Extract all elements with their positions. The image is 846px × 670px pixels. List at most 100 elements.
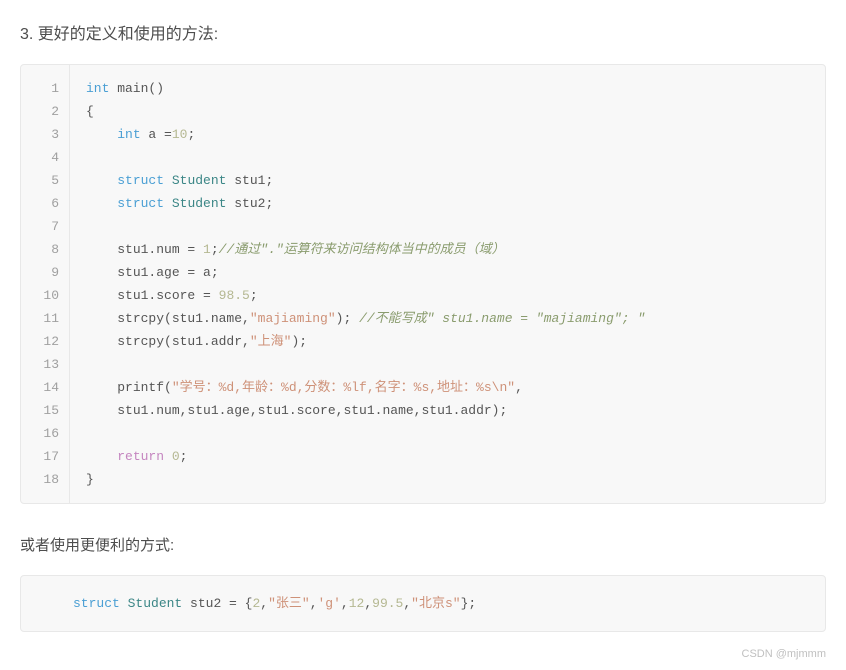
code-block-simple: struct Student stu2 = {2,"张三",'g',12,99.…	[20, 575, 826, 632]
number: 10	[172, 127, 188, 142]
ident: stu1.num =	[117, 242, 203, 257]
line-number: 1	[33, 77, 59, 100]
ident: main()	[109, 81, 164, 96]
comment: //通过"."运算符来访问结构体当中的成员（域）	[219, 242, 505, 257]
ident: stu2 = {	[182, 596, 252, 611]
line-number: 12	[33, 330, 59, 353]
space	[164, 449, 172, 464]
string: "上海"	[250, 334, 292, 349]
punct: ,	[310, 596, 318, 611]
punct: ;	[250, 288, 258, 303]
ident: stu1.age = a;	[117, 265, 218, 280]
code-line: }	[86, 468, 809, 491]
punct: ,	[364, 596, 372, 611]
line-number: 11	[33, 307, 59, 330]
line-gutter: 1 2 3 4 5 6 7 8 9 10 11 12 13 14 15 16 1…	[21, 65, 70, 503]
string: "学号：%d,年龄：%d,分数：%lf,名字：%s,地址：%s\n"	[172, 380, 515, 395]
code-line: struct Student stu2 = {2,"张三",'g',12,99.…	[73, 592, 773, 615]
line-number: 5	[33, 169, 59, 192]
code-line: struct Student stu1;	[86, 169, 809, 192]
ident: printf(	[117, 380, 172, 395]
code-line	[86, 215, 809, 238]
code-block: 1 2 3 4 5 6 7 8 9 10 11 12 13 14 15 16 1…	[20, 64, 826, 504]
number: 1	[203, 242, 211, 257]
ident: stu1.score =	[117, 288, 218, 303]
indent	[86, 380, 117, 395]
number: 99.5	[372, 596, 403, 611]
keyword: struct	[73, 596, 120, 611]
line-number: 7	[33, 215, 59, 238]
keyword: int	[117, 127, 140, 142]
type-name: Student	[172, 196, 227, 211]
line-number: 17	[33, 445, 59, 468]
line-number: 15	[33, 399, 59, 422]
string: "张三"	[268, 596, 310, 611]
code-line: return 0;	[86, 445, 809, 468]
code-line: printf("学号：%d,年龄：%d,分数：%lf,名字：%s,地址：%s\n…	[86, 376, 809, 399]
ident: a =	[141, 127, 172, 142]
line-number: 13	[33, 353, 59, 376]
indent	[86, 173, 117, 188]
watermark: CSDN @mjmmm	[742, 648, 827, 660]
indent	[86, 288, 117, 303]
keyword: struct	[117, 173, 164, 188]
indent	[86, 196, 117, 211]
paragraph: 或者使用更便利的方式:	[20, 534, 826, 555]
code-line: stu1.num,stu1.age,stu1.score,stu1.name,s…	[86, 399, 809, 422]
line-number: 18	[33, 468, 59, 491]
section-heading: 3. 更好的定义和使用的方法:	[20, 20, 826, 44]
code-line: int a =10;	[86, 123, 809, 146]
code-line: strcpy(stu1.name,"majiaming"); //不能写成" s…	[86, 307, 809, 330]
indent	[86, 265, 117, 280]
line-number: 4	[33, 146, 59, 169]
code-line: struct Student stu2;	[86, 192, 809, 215]
punct: );	[336, 311, 359, 326]
comment: //不能写成" stu1.name = "majiaming"; "	[359, 311, 645, 326]
punct: ;	[187, 127, 195, 142]
punct: ,	[260, 596, 268, 611]
code-line: {	[86, 100, 809, 123]
line-number: 6	[33, 192, 59, 215]
code-line: stu1.age = a;	[86, 261, 809, 284]
string: 'g'	[318, 596, 341, 611]
indent	[86, 449, 117, 464]
line-number: 9	[33, 261, 59, 284]
line-number: 2	[33, 100, 59, 123]
punct: ,	[341, 596, 349, 611]
code-line: int main()	[86, 77, 809, 100]
space	[120, 596, 128, 611]
indent	[86, 242, 117, 257]
space	[164, 196, 172, 211]
number: 12	[349, 596, 365, 611]
code-line: strcpy(stu1.addr,"上海");	[86, 330, 809, 353]
line-number: 14	[33, 376, 59, 399]
indent	[86, 403, 117, 418]
code-line	[86, 146, 809, 169]
code-content: int main() { int a =10; struct Student s…	[70, 65, 825, 503]
indent	[86, 334, 117, 349]
keyword: struct	[117, 196, 164, 211]
type-name: Student	[128, 596, 183, 611]
ident: stu2;	[226, 196, 273, 211]
space	[164, 173, 172, 188]
code-line: stu1.num = 1;//通过"."运算符来访问结构体当中的成员（域）	[86, 238, 809, 261]
code-line: stu1.score = 98.5;	[86, 284, 809, 307]
punct: ,	[403, 596, 411, 611]
line-number: 16	[33, 422, 59, 445]
string: "北京s"	[411, 596, 460, 611]
punct: };	[461, 596, 477, 611]
punct: ;	[211, 242, 219, 257]
keyword: return	[117, 449, 164, 464]
punct: ,	[515, 380, 523, 395]
line-number: 3	[33, 123, 59, 146]
ident: strcpy(stu1.name,	[117, 311, 250, 326]
number: 0	[172, 449, 180, 464]
punct: ;	[180, 449, 188, 464]
type-name: Student	[172, 173, 227, 188]
line-number: 10	[33, 284, 59, 307]
ident: stu1.num,stu1.age,stu1.score,stu1.name,s…	[117, 403, 507, 418]
code-line	[86, 422, 809, 445]
line-number: 8	[33, 238, 59, 261]
ident: stu1;	[226, 173, 273, 188]
code-line	[86, 353, 809, 376]
